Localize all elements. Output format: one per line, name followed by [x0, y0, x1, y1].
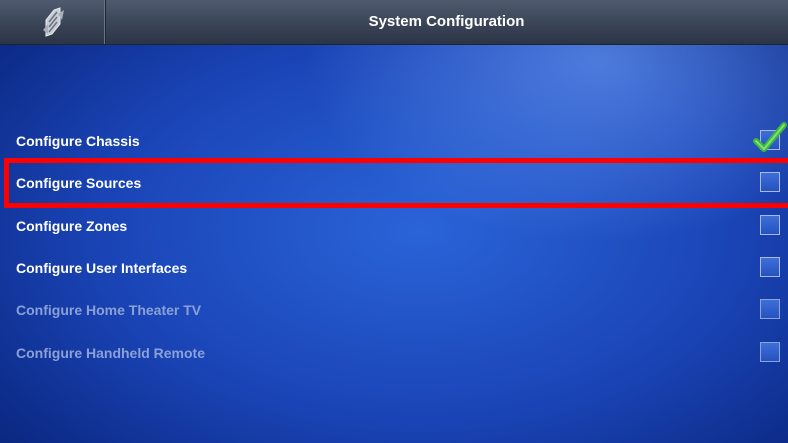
row-configure-zones[interactable]: Configure Zones	[0, 208, 788, 244]
checkbox-configure-home-theater-tv[interactable]	[760, 299, 780, 319]
checkmark-icon	[753, 122, 787, 152]
row-configure-chassis[interactable]: Configure Chassis	[0, 122, 788, 159]
row-label: Configure Zones	[16, 218, 128, 234]
row-configure-home-theater-tv[interactable]: Configure Home Theater TV	[0, 292, 788, 328]
crestron-logo-icon	[43, 7, 64, 37]
highlight-box	[4, 158, 788, 208]
page-title: System Configuration	[368, 13, 525, 30]
row-configure-user-interfaces[interactable]: Configure User Interfaces	[0, 250, 788, 286]
row-label: Configure User Interfaces	[16, 260, 188, 276]
row-label: Configure Handheld Remote	[16, 345, 206, 361]
row-label: Configure Chassis	[16, 133, 140, 149]
row-label: Configure Home Theater TV	[16, 302, 202, 318]
header-bar: System Configuration	[0, 0, 788, 45]
row-configure-handheld-remote[interactable]: Configure Handheld Remote	[0, 335, 788, 371]
checkbox-configure-zones[interactable]	[760, 215, 780, 235]
checkbox-configure-handheld-remote[interactable]	[760, 342, 780, 362]
screen-background: System Configuration Configure Chassis C…	[0, 0, 788, 443]
checkbox-configure-user-interfaces[interactable]	[760, 257, 780, 277]
home-logo-button[interactable]	[0, 0, 106, 44]
